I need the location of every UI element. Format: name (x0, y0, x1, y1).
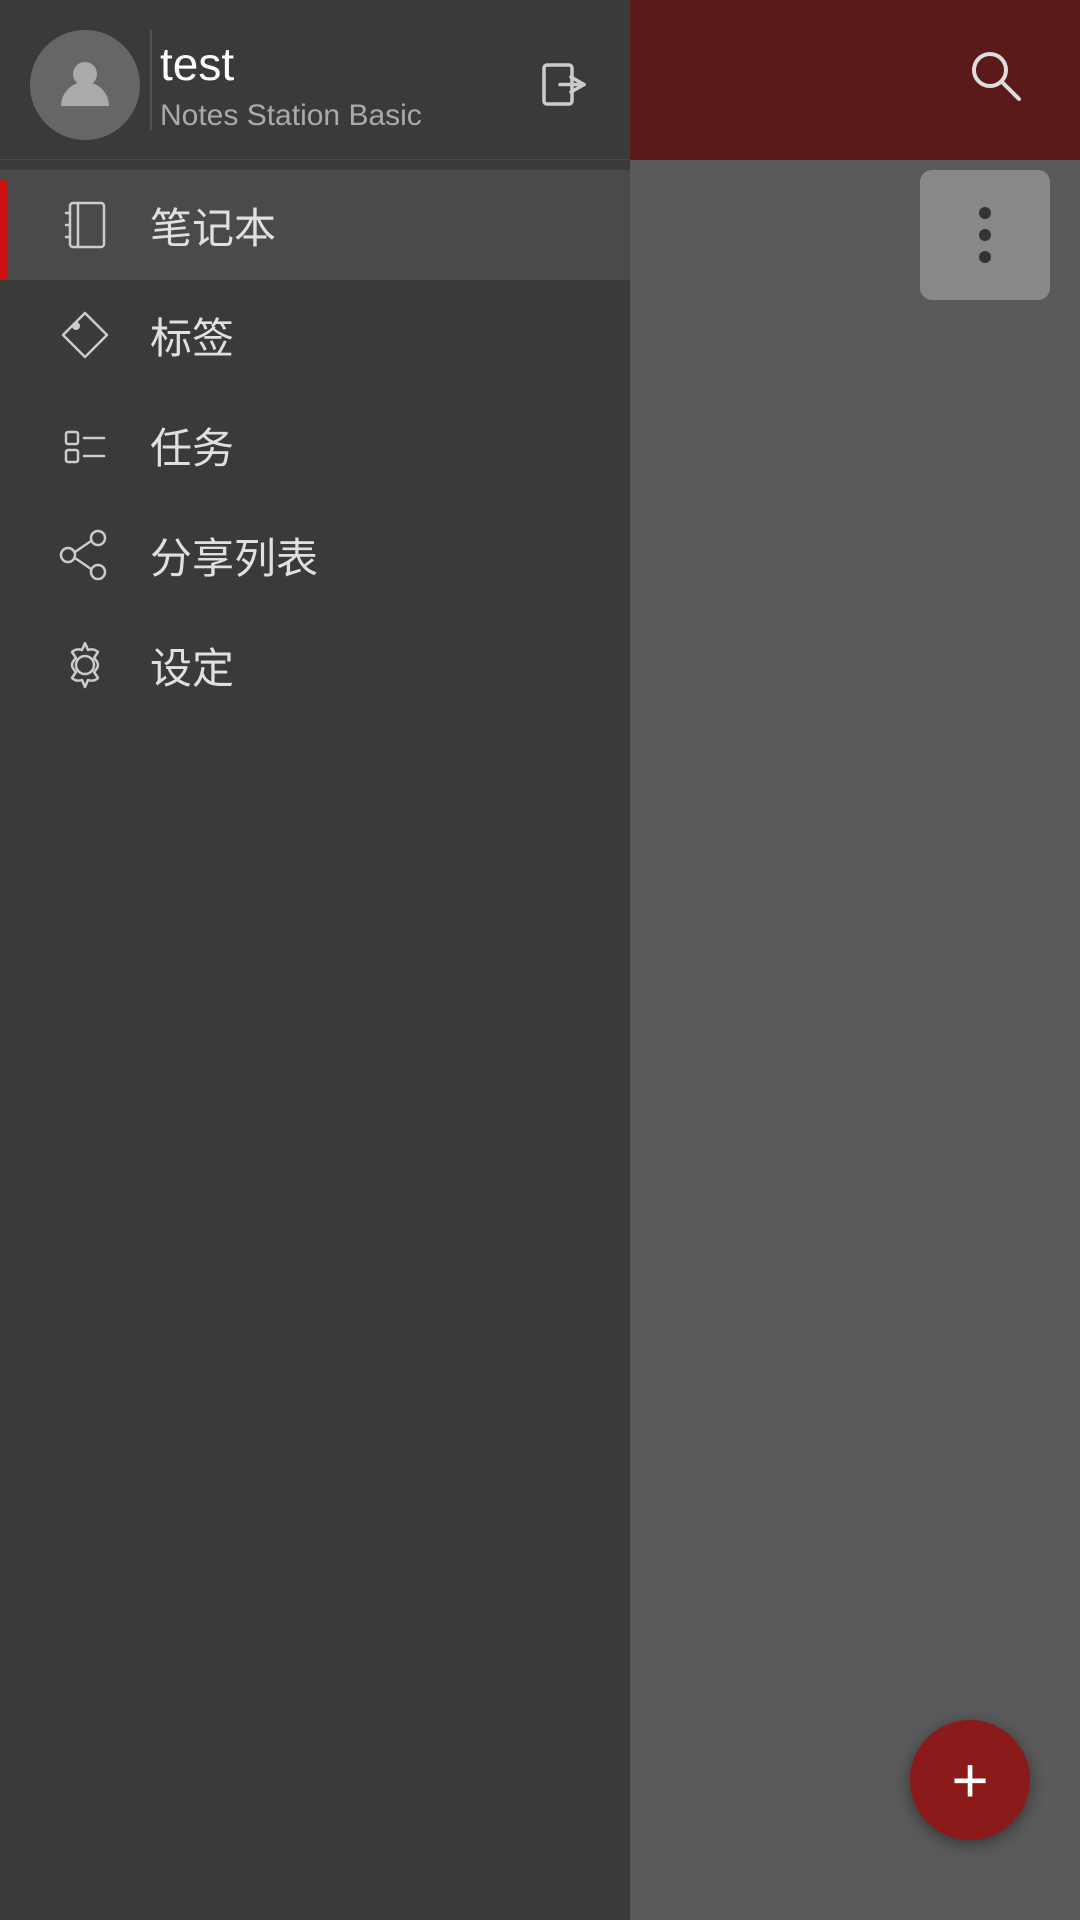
search-button[interactable] (950, 30, 1040, 120)
username-label: test (160, 37, 510, 91)
tasks-label: 任务 (150, 415, 234, 476)
notebook-label: 笔记本 (150, 195, 276, 256)
sidebar-item-notebook[interactable]: 笔记本 (0, 170, 630, 280)
user-icon (55, 52, 115, 117)
fab-add-button[interactable]: + (910, 1720, 1030, 1840)
avatar[interactable] (30, 30, 140, 140)
shared-label: 分享列表 (150, 525, 318, 586)
sidebar-item-shared[interactable]: 分享列表 (0, 500, 630, 610)
more-options-card[interactable] (920, 170, 1050, 300)
sidebar-item-tasks[interactable]: 任务 (0, 390, 630, 500)
fab-plus-icon: + (951, 1748, 988, 1812)
sidebar-menu: 笔记本 标签 任务 (0, 160, 630, 720)
settings-icon (50, 630, 120, 700)
sidebar-header: test Notes Station Basic (0, 0, 630, 160)
sidebar-drawer: test Notes Station Basic (0, 0, 630, 1920)
sidebar-item-tags[interactable]: 标签 (0, 280, 630, 390)
share-icon (50, 520, 120, 590)
logout-button[interactable] (530, 50, 600, 120)
header-text-block: test Notes Station Basic (140, 37, 530, 133)
three-dots-icon (979, 207, 991, 263)
sidebar-item-settings[interactable]: 设定 (0, 610, 630, 720)
task-icon (50, 410, 120, 480)
header-divider (150, 30, 152, 130)
tag-icon (50, 300, 120, 370)
settings-label: 设定 (150, 635, 234, 696)
active-indicator (0, 180, 8, 280)
app-name-label: Notes Station Basic (160, 99, 510, 133)
tags-label: 标签 (150, 305, 234, 366)
notebook-icon (50, 190, 120, 260)
